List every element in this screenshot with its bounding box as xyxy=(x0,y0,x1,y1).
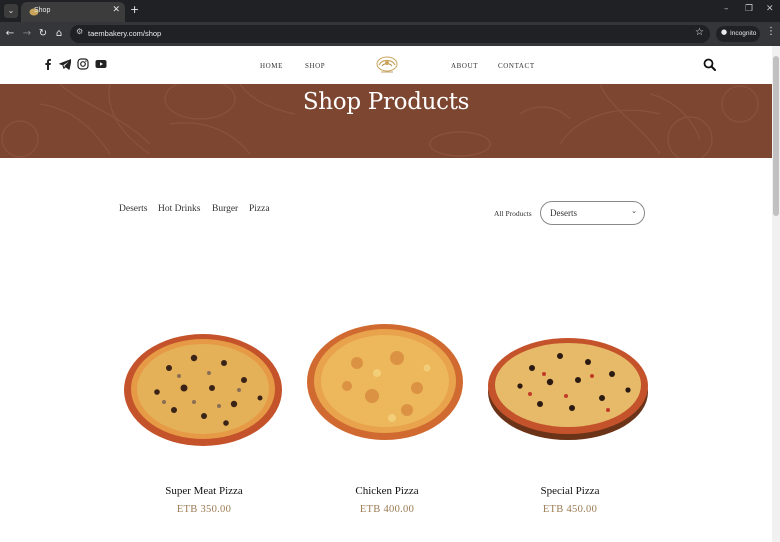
page-scrollbar[interactable] xyxy=(772,46,780,542)
bookmark-star-icon[interactable]: ☆ xyxy=(695,27,704,38)
browser-tab-bar: ⌄ Shop ✕ + – ❐ ✕ xyxy=(0,0,780,22)
address-bar[interactable]: ⚙ taembakery.com/shop ☆ xyxy=(70,25,710,43)
taem-bakery-logo[interactable] xyxy=(375,54,399,76)
close-tab-icon[interactable]: ✕ xyxy=(112,5,120,15)
product-card[interactable]: Super Meat Pizza ETB 350.00 xyxy=(114,318,294,528)
forward-icon[interactable]: → xyxy=(21,27,33,41)
telegram-icon[interactable] xyxy=(59,58,71,70)
nav-shop[interactable]: SHOP xyxy=(305,62,325,70)
minimize-icon[interactable]: – xyxy=(724,4,729,14)
incognito-badge[interactable]: ● Incognito xyxy=(716,26,760,42)
category-select[interactable]: Deserts ⌄ xyxy=(540,201,645,225)
close-window-icon[interactable]: ✕ xyxy=(766,4,774,14)
browser-menu-icon[interactable]: ⋮ xyxy=(766,26,776,37)
product-name[interactable]: Super Meat Pizza xyxy=(114,485,294,497)
category-pizza[interactable]: Pizza xyxy=(249,204,270,214)
instagram-icon[interactable] xyxy=(77,58,89,70)
reload-icon[interactable]: ↻ xyxy=(37,27,49,41)
site-header: HOME SHOP ABOUT CONTACT xyxy=(0,46,772,84)
back-icon[interactable]: ← xyxy=(4,27,16,41)
super-meat-pizza-image xyxy=(124,334,282,446)
scrollbar-thumb[interactable] xyxy=(773,56,779,216)
tab-title: Shop xyxy=(34,7,51,14)
category-hot-drinks[interactable]: Hot Drinks xyxy=(158,204,201,214)
facebook-icon[interactable] xyxy=(42,58,54,70)
home-icon[interactable]: ⌂ xyxy=(53,27,65,41)
page-title: Shop Products xyxy=(302,89,470,115)
product-name[interactable]: Special Pizza xyxy=(480,485,660,497)
product-price: ETB 400.00 xyxy=(359,504,415,515)
site-info-icon[interactable]: ⚙ xyxy=(76,27,83,36)
hero-banner: Shop Products xyxy=(0,84,772,158)
url-text: taembakery.com/shop xyxy=(88,29,162,38)
new-tab-icon[interactable]: + xyxy=(130,3,139,16)
product-name[interactable]: Chicken Pizza xyxy=(297,485,477,497)
nav-contact[interactable]: CONTACT xyxy=(498,62,535,70)
chicken-pizza-image xyxy=(307,324,463,440)
product-price: ETB 350.00 xyxy=(176,504,232,515)
product-card[interactable]: Special Pizza ETB 450.00 xyxy=(480,318,660,528)
special-pizza-image xyxy=(488,338,648,440)
category-deserts[interactable]: Deserts xyxy=(119,204,148,214)
youtube-icon[interactable] xyxy=(95,58,107,70)
category-burger[interactable]: Burger xyxy=(212,204,238,214)
browser-tab[interactable]: Shop ✕ xyxy=(21,2,125,22)
incognito-icon: ● xyxy=(721,28,728,36)
nav-about[interactable]: ABOUT xyxy=(451,62,478,70)
incognito-label: Incognito xyxy=(730,30,757,37)
chevron-down-icon: ⌄ xyxy=(631,207,637,215)
search-icon[interactable] xyxy=(703,58,716,71)
tab-search-button[interactable]: ⌄ xyxy=(4,4,18,18)
category-select-value: Deserts xyxy=(550,208,577,218)
all-products-label: All Products xyxy=(494,209,532,218)
nav-home[interactable]: HOME xyxy=(260,62,283,70)
product-price: ETB 450.00 xyxy=(542,504,598,515)
product-card[interactable]: Chicken Pizza ETB 400.00 xyxy=(297,318,477,528)
browser-toolbar: ← → ↻ ⌂ ⚙ taembakery.com/shop ☆ ● Incogn… xyxy=(0,22,780,46)
restore-icon[interactable]: ❐ xyxy=(745,4,753,14)
